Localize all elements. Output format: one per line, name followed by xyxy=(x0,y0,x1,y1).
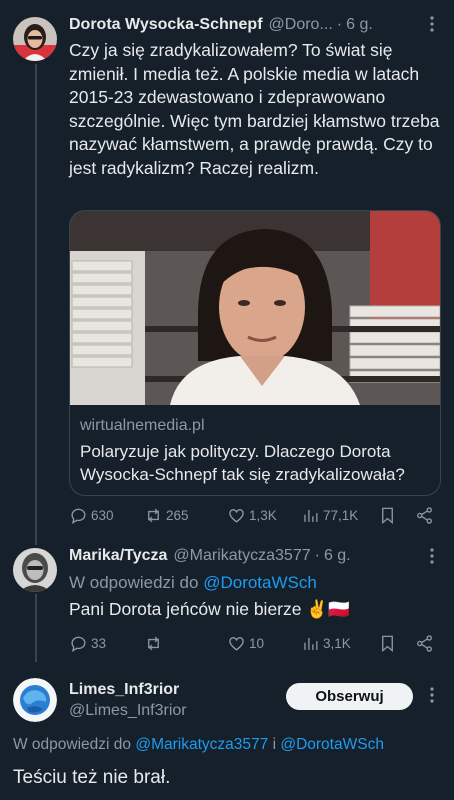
repost-icon xyxy=(148,636,159,651)
repost-button[interactable]: 265 xyxy=(144,506,219,525)
tweet-header: Dorota Wysocka-Schnepf @Doro... · 6 g. xyxy=(69,14,373,36)
card-domain[interactable]: wirtualnemedia.pl xyxy=(80,417,205,435)
tweet-focused[interactable]: Limes_Inf3rior @Limes_Inf3rior Obserwuj … xyxy=(0,660,454,800)
bookmark-icon xyxy=(382,507,393,525)
card-title[interactable]: Polaryzuje jak polityczy. Dlaczego Dorot… xyxy=(80,440,435,486)
action-bar: 630 265 1,3K 77,1K xyxy=(69,506,439,525)
avatar[interactable] xyxy=(13,548,57,592)
repost-button[interactable] xyxy=(144,634,219,653)
reply-count: 630 xyxy=(91,508,114,523)
more-options-icon[interactable] xyxy=(430,687,434,708)
tweet-reply[interactable]: Marika/Tycza @Marikatycza3577 · 6 g. W o… xyxy=(0,540,454,660)
reply-and: i xyxy=(272,736,277,753)
link-card[interactable]: wirtualnemedia.pl Polaryzuje jak polityc… xyxy=(69,210,441,496)
repost-icon xyxy=(148,508,159,523)
reply-prefix: W odpowiedzi do xyxy=(13,736,132,753)
author-name[interactable]: Limes_Inf3rior xyxy=(69,681,179,699)
author-name[interactable]: Marika/Tycza xyxy=(69,547,167,565)
reply-context: W odpowiedzi do @DorotaWSch xyxy=(69,571,443,595)
like-count: 10 xyxy=(249,636,265,651)
reply-button[interactable]: 630 xyxy=(69,506,134,525)
more-options-icon[interactable] xyxy=(430,548,434,569)
author-handle-row: @Limes_Inf3rior xyxy=(69,700,187,722)
share-icon xyxy=(417,635,432,652)
tweet-text: Pani Dorota jeńców nie bierze ✌️🇵🇱 xyxy=(69,599,350,619)
reply-icon xyxy=(71,508,86,525)
reply-prefix: W odpowiedzi do xyxy=(69,573,199,592)
tweet-main[interactable]: Dorota Wysocka-Schnepf @Doro... · 6 g. C… xyxy=(0,0,454,540)
reply-to-link[interactable]: @DorotaWSch xyxy=(280,736,384,753)
like-button[interactable]: 10 xyxy=(227,634,297,653)
tweet-text: Czy ja się zradykalizowałem? To świat si… xyxy=(69,40,440,178)
action-bar: 33 10 3,1K xyxy=(69,634,439,653)
author-handle[interactable]: @Limes_Inf3rior xyxy=(69,702,187,720)
heart-icon xyxy=(229,509,244,523)
bookmark-button[interactable] xyxy=(378,506,397,525)
reply-to-link[interactable]: @Marikatycza3577 xyxy=(135,736,268,753)
avatar[interactable] xyxy=(13,678,57,722)
bookmark-icon xyxy=(382,635,393,653)
separator-dot: · xyxy=(336,16,343,33)
reply-context: W odpowiedzi do @Marikatycza3577 i @Doro… xyxy=(13,736,384,754)
reply-count: 33 xyxy=(91,636,107,651)
bookmark-button[interactable] xyxy=(378,634,397,653)
share-icon xyxy=(417,507,432,524)
like-button[interactable]: 1,3K xyxy=(227,506,297,525)
avatar[interactable] xyxy=(13,17,57,61)
author-handle[interactable]: @Doro... xyxy=(269,16,333,34)
view-count: 77,1K xyxy=(323,508,359,523)
tweet-header: Marika/Tycza @Marikatycza3577 · 6 g. xyxy=(69,545,351,567)
tweet-text: Teściu też nie brał. xyxy=(13,767,171,788)
share-button[interactable] xyxy=(415,506,434,525)
tweet-time[interactable]: 6 g. xyxy=(324,547,351,565)
views-button[interactable]: 3,1K xyxy=(301,634,376,653)
reply-button[interactable]: 33 xyxy=(69,634,134,653)
tweet-header: Limes_Inf3rior xyxy=(69,679,179,701)
repost-count: 265 xyxy=(166,508,189,523)
like-count: 1,3K xyxy=(249,508,277,523)
heart-icon xyxy=(229,637,244,651)
author-name[interactable]: Dorota Wysocka-Schnepf xyxy=(69,16,263,34)
views-icon xyxy=(304,509,318,522)
author-handle[interactable]: @Marikatycza3577 xyxy=(173,547,310,565)
views-button[interactable]: 77,1K xyxy=(301,506,376,525)
view-count: 3,1K xyxy=(323,636,351,651)
reply-to-link[interactable]: @DorotaWSch xyxy=(203,573,317,592)
more-options-icon[interactable] xyxy=(430,16,434,37)
separator-dot: · xyxy=(314,547,320,564)
card-image xyxy=(70,211,440,405)
reply-icon xyxy=(71,636,86,653)
share-button[interactable] xyxy=(415,634,434,653)
views-icon xyxy=(304,637,318,650)
tweet-time[interactable]: 6 g. xyxy=(346,16,373,34)
follow-button[interactable]: Obserwuj xyxy=(286,683,413,710)
